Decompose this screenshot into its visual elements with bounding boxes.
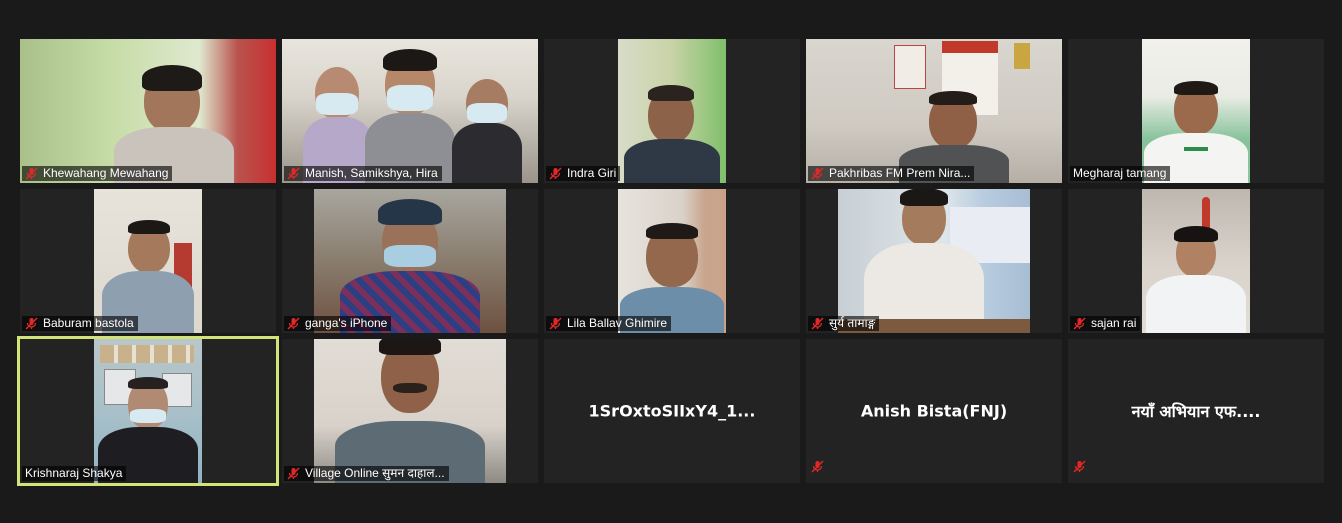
participant-name-label: Krishnaraj Shakya <box>22 466 127 481</box>
participant-name: Lila Ballav Ghimire <box>567 316 668 330</box>
participant-name-label: Khewahang Mewahang <box>22 166 173 181</box>
participant-name-label: Village Online सुमन दाहाल... <box>284 466 449 481</box>
participant-name-label: सुर्य तामाङ्ग <box>808 316 880 331</box>
participant-name: Manish, Samikshya, Hira <box>305 166 438 180</box>
wall-certificates <box>100 345 194 363</box>
muted-mic-icon <box>25 167 38 180</box>
participant-video <box>1142 189 1250 333</box>
participant-video <box>94 189 202 333</box>
participant-name: Village Online सुमन दाहाल... <box>305 466 445 480</box>
participant-name-label: sajan rai <box>1070 316 1141 331</box>
participant-name: सुर्य तामाङ्ग <box>829 316 876 330</box>
participant-tile-video-off[interactable]: 1SrOxtoSIIxY4_1... <box>544 339 800 483</box>
participant-video <box>838 189 1030 333</box>
participant-video <box>94 339 202 483</box>
participant-name: Pakhribas FM Prem Nira... <box>829 166 971 180</box>
participant-tile[interactable]: Lila Ballav Ghimire <box>544 189 800 333</box>
participant-name: Baburam bastola <box>43 316 134 330</box>
participant-name-label: ganga's iPhone <box>284 316 392 331</box>
participant-video <box>618 189 726 333</box>
muted-mic-icon <box>287 167 300 180</box>
participant-name: Khewahang Mewahang <box>43 166 169 180</box>
participant-tile-video-off[interactable]: नयाँ अभियान एफ.... <box>1068 339 1324 483</box>
participant-name-display: 1SrOxtoSIIxY4_1... <box>588 401 756 421</box>
participant-video <box>20 39 276 183</box>
participant-name: Megharaj tamang <box>1073 166 1167 180</box>
participant-tile[interactable]: ganga's iPhone <box>282 189 538 333</box>
participant-name-label: Pakhribas FM Prem Nira... <box>808 166 975 181</box>
muted-mic-icon <box>25 317 38 330</box>
participant-video <box>314 339 506 483</box>
wall-calendar <box>894 45 926 89</box>
muted-mic-icon <box>549 167 562 180</box>
participant-name-display: Anish Bista(FNJ) <box>860 401 1008 421</box>
participant-tile-active-speaker[interactable]: Krishnaraj Shakya <box>17 336 279 486</box>
gallery-grid: Khewahang Mewahang Manish, Samikshya, Hi… <box>17 39 1324 486</box>
participant-name-display: नयाँ अभियान एफ.... <box>1131 402 1261 421</box>
participant-video <box>282 39 538 183</box>
participant-name-label: Lila Ballav Ghimire <box>546 316 672 331</box>
participant-tile[interactable]: Village Online सुमन दाहाल... <box>282 339 538 483</box>
participant-tile[interactable]: Baburam bastola <box>20 189 276 333</box>
participant-tile[interactable]: Khewahang Mewahang <box>20 39 276 183</box>
participant-name-label: Manish, Samikshya, Hira <box>284 166 442 181</box>
participant-name-label: Baburam bastola <box>22 316 138 331</box>
participant-tile[interactable]: sajan rai <box>1068 189 1324 333</box>
participant-name: ganga's iPhone <box>305 316 388 330</box>
participant-tile[interactable]: Manish, Samikshya, Hira <box>282 39 538 183</box>
participant-video <box>618 39 726 183</box>
muted-mic-icon <box>811 317 824 330</box>
participant-video <box>314 189 506 333</box>
muted-mic-icon <box>549 317 562 330</box>
participant-tile[interactable]: Indra Giri <box>544 39 800 183</box>
participant-name: Indra Giri <box>567 166 617 180</box>
participant-tile[interactable]: Pakhribas FM Prem Nira... <box>806 39 1062 183</box>
participant-name-label: Indra Giri <box>546 166 621 181</box>
participant-tile[interactable]: Megharaj tamang <box>1068 39 1324 183</box>
participant-tile-video-off[interactable]: Anish Bista(FNJ) <box>806 339 1062 483</box>
wall-frame <box>1014 43 1030 69</box>
participant-video <box>806 39 1062 183</box>
muted-mic-icon <box>1073 317 1086 330</box>
muted-mic-icon <box>287 467 300 480</box>
participant-name: sajan rai <box>1091 316 1137 330</box>
muted-mic-icon <box>811 167 824 180</box>
participant-tile[interactable]: सुर्य तामाङ्ग <box>806 189 1062 333</box>
participant-video <box>1142 39 1250 183</box>
participant-name: Krishnaraj Shakya <box>25 466 123 480</box>
participant-name-label: Megharaj tamang <box>1070 166 1171 181</box>
muted-mic-icon <box>811 460 824 478</box>
muted-mic-icon <box>1073 460 1086 478</box>
muted-mic-icon <box>287 317 300 330</box>
